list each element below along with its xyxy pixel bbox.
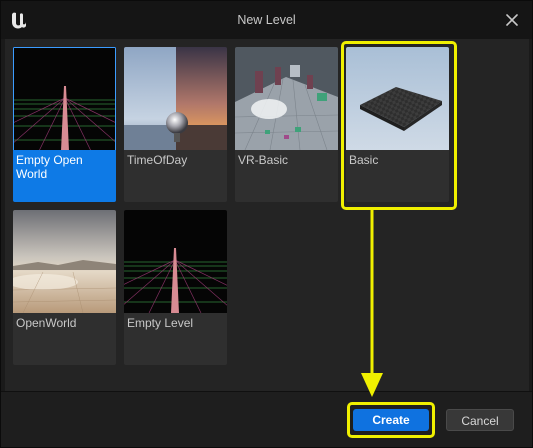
template-tile-empty-level[interactable]: Empty Level [124,210,227,365]
template-tile-empty-open-world[interactable]: Empty Open World [13,47,116,202]
template-label: OpenWorld [16,316,77,330]
template-thumbnail [13,47,116,150]
close-icon[interactable] [502,10,522,30]
basic-highlight-box [341,41,457,210]
title-bar[interactable]: New Level [1,1,532,39]
template-thumbnail [13,210,116,313]
template-thumbnail [124,47,227,150]
template-tile-open-world[interactable]: OpenWorld [13,210,116,365]
template-label: Empty Level [127,316,194,330]
dialog-title: New Level [237,13,296,27]
template-label: VR-Basic [238,153,289,167]
template-tile-vr-basic[interactable]: VR-Basic [235,47,338,202]
template-tile-time-of-day[interactable]: TimeOfDay [124,47,227,202]
create-highlight-box [347,402,435,438]
cancel-button[interactable]: Cancel [446,409,514,431]
new-level-dialog: New Level Empty Open World TimeOfDay VR-… [0,0,533,448]
dialog-footer: Create Cancel [1,391,532,447]
template-thumbnail [124,210,227,313]
template-label: Empty Open World [16,153,83,181]
template-label: TimeOfDay [127,153,188,167]
template-thumbnail [235,47,338,150]
